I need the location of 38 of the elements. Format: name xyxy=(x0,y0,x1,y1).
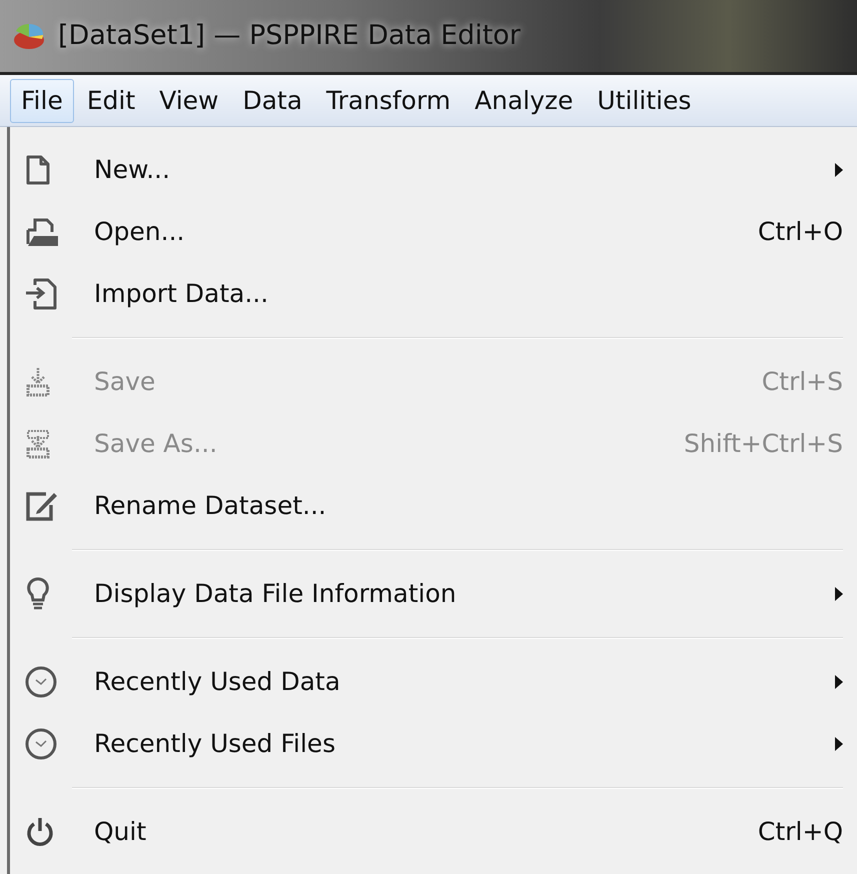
menu-option-label: Recently Used Data xyxy=(94,666,342,698)
menu-option-label: Display Data File Information xyxy=(94,578,458,610)
menu-option[interactable]: Quit Ctrl+Q xyxy=(22,801,843,863)
save-icon xyxy=(24,366,52,398)
window-title: [DataSet1] — PSPPIRE Data Editor xyxy=(58,18,521,53)
shortcut-label: Ctrl+O xyxy=(758,216,843,248)
menu-item[interactable]: Utilities xyxy=(586,78,702,122)
menu-option[interactable]: Open... Ctrl+O xyxy=(22,201,843,263)
menu-option-label: Recently Used Files xyxy=(94,728,336,760)
menu-option[interactable]: Import Data... xyxy=(22,263,843,325)
lightbulb-icon xyxy=(24,576,52,612)
menu-option[interactable]: New... xyxy=(22,139,843,201)
menu-item[interactable]: Data xyxy=(232,78,314,122)
menu-option-label: Import Data... xyxy=(94,278,270,310)
menu-item[interactable]: Edit xyxy=(76,78,146,122)
menu-option-label: New... xyxy=(94,154,172,186)
clock-icon xyxy=(24,665,58,699)
menu-item[interactable]: Transform xyxy=(315,78,462,122)
menu-item[interactable]: Analyze xyxy=(464,78,584,122)
menu-option[interactable]: Display Data File Information xyxy=(22,563,843,625)
shortcut-label: Ctrl+S xyxy=(762,366,843,398)
menu-option[interactable]: Recently Used Data xyxy=(22,651,843,713)
menu-item[interactable]: View xyxy=(148,78,230,122)
clock-icon xyxy=(24,727,58,761)
menu-option-label: Rename Dataset... xyxy=(94,490,328,522)
menu-option-label: Save As... xyxy=(94,428,218,460)
menu-option-label: Quit xyxy=(94,816,148,848)
menu-option[interactable]: Recently Used Files xyxy=(22,713,843,775)
shortcut-label: Shift+Ctrl+S xyxy=(684,428,843,460)
app-icon xyxy=(12,21,46,51)
menu-option-label: Open... xyxy=(94,216,186,248)
save-as-icon xyxy=(24,428,52,460)
shortcut-label: Ctrl+Q xyxy=(758,816,843,848)
menu-option-label: Save xyxy=(94,366,156,398)
menu-item[interactable]: File xyxy=(10,78,74,122)
menu-option[interactable]: Rename Dataset... xyxy=(22,475,843,537)
folder-icon xyxy=(24,216,60,248)
document-icon xyxy=(24,154,52,186)
